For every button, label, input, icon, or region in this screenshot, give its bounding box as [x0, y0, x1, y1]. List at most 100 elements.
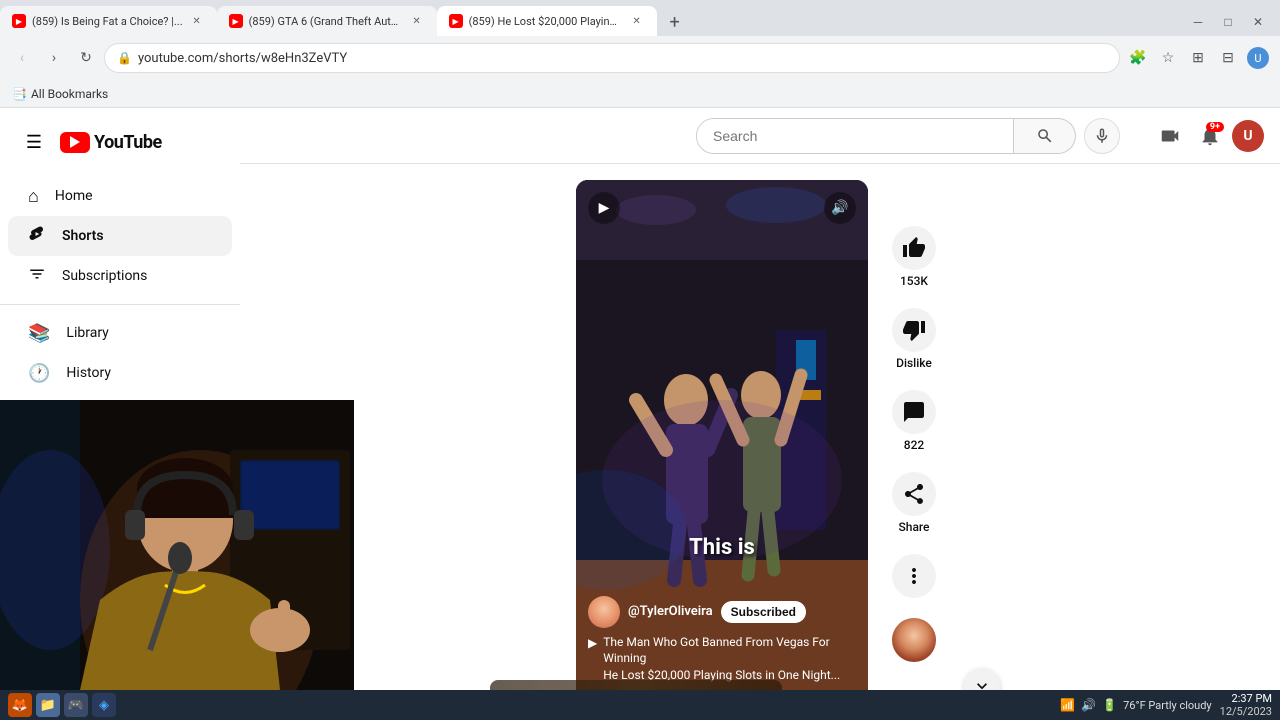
current-date: 12/5/2023	[1220, 705, 1272, 718]
tab-2[interactable]: ▶ (859) GTA 6 (Grand Theft Auto... ✕	[217, 6, 437, 36]
close-window-button[interactable]: ✕	[1244, 8, 1272, 36]
taskbar-icon-games[interactable]: 🎮	[64, 693, 88, 717]
notifications-button[interactable]: 9+	[1192, 118, 1228, 154]
shorts-container: This is ▶ 🔊 @TylerOliveira	[576, 172, 944, 708]
bookmarks-bar-label[interactable]: All Bookmarks	[31, 87, 108, 101]
new-tab-button[interactable]: +	[661, 8, 689, 36]
comments-count: 822	[904, 438, 924, 452]
channel-name[interactable]: @TylerOliveira	[628, 604, 713, 619]
taskbar-icon-app4[interactable]: ◈	[92, 693, 116, 717]
hamburger-menu-button[interactable]: ☰	[16, 124, 52, 160]
search-input[interactable]	[697, 119, 1013, 153]
share-label: Share	[899, 520, 930, 534]
star-button[interactable]: ☆	[1154, 44, 1182, 72]
tab-1-title: (859) Is Being Fat a Choice? |...	[32, 15, 183, 28]
tab-manager-button[interactable]: ⊞	[1184, 44, 1212, 72]
toolbar-actions: 🧩 ☆ ⊞ ⊟ U	[1124, 44, 1272, 72]
tab-1-close[interactable]: ✕	[189, 13, 205, 29]
tab-3[interactable]: ▶ (859) He Lost $20,000 Playing... ✕	[437, 6, 657, 36]
shorts-icon	[28, 225, 46, 248]
taskbar-icon-files[interactable]: 📁	[36, 693, 60, 717]
search-icon	[1036, 127, 1054, 145]
video-title-row: ▶ The Man Who Got Banned From Vegas For …	[588, 634, 856, 684]
split-view-button[interactable]: ⊟	[1214, 44, 1242, 72]
sidebar-item-shorts[interactable]: Shorts	[8, 216, 232, 256]
share-icon	[902, 482, 926, 506]
dislike-label: Dislike	[896, 356, 932, 370]
extensions-button[interactable]: 🧩	[1124, 44, 1152, 72]
youtube-wordmark: YouTube	[94, 132, 162, 153]
back-button[interactable]: ‹	[8, 44, 36, 72]
webcam-overlay	[0, 400, 354, 690]
channel-avatar[interactable]	[588, 596, 620, 628]
comments-button[interactable]: 822	[884, 382, 944, 460]
dislike-button[interactable]: Dislike	[884, 300, 944, 378]
comment-icon	[902, 400, 926, 424]
browser-chrome: ▶ (859) Is Being Fat a Choice? |... ✕ ▶ …	[0, 0, 1280, 108]
tab-2-close[interactable]: ✕	[409, 13, 425, 29]
dislike-icon-circle	[892, 308, 936, 352]
address-bar[interactable]: 🔒 youtube.com/shorts/w8eHn3ZeVTY	[104, 43, 1120, 73]
profile-button[interactable]: U	[1244, 44, 1272, 72]
sidebar-item-history[interactable]: 🕐 History	[8, 353, 232, 393]
more-dots-icon	[902, 564, 926, 588]
tab-3-title: (859) He Lost $20,000 Playing...	[469, 15, 623, 28]
search-container	[696, 118, 1120, 154]
tab-bar: ▶ (859) Is Being Fat a Choice? |... ✕ ▶ …	[0, 0, 1280, 36]
thumbs-down-icon	[902, 318, 926, 342]
network-icon: 📶	[1060, 698, 1075, 712]
minimize-button[interactable]: ─	[1184, 8, 1212, 36]
voice-search-button[interactable]	[1084, 118, 1120, 154]
channel-row: @TylerOliveira Subscribed	[588, 596, 856, 628]
subscribe-button[interactable]: Subscribed	[721, 601, 806, 623]
video-mute-button[interactable]: 🔊	[824, 192, 856, 224]
microphone-icon	[1093, 127, 1111, 145]
battery-icon: 🔋	[1102, 698, 1117, 712]
header-actions: 9+ U	[1152, 118, 1264, 154]
subscriptions-icon	[28, 265, 46, 288]
share-icon-circle	[892, 472, 936, 516]
create-button[interactable]	[1152, 118, 1188, 154]
channel-avatar-image	[588, 596, 620, 628]
video-create-icon	[1159, 125, 1181, 147]
home-icon: ⌂	[28, 186, 39, 207]
taskbar-left: 🦊 📁 🎮 ◈	[8, 693, 116, 717]
sidebar-item-library[interactable]: 📚 Library	[8, 313, 232, 353]
tab-3-close[interactable]: ✕	[629, 13, 645, 29]
notification-count: 9+	[1206, 122, 1224, 132]
thumbs-up-icon	[902, 236, 926, 260]
video-info-overlay: @TylerOliveira Subscribed ▶ The Man Who …	[588, 596, 856, 684]
address-text: youtube.com/shorts/w8eHn3ZeVTY	[138, 51, 1107, 66]
like-button[interactable]: 153K	[884, 218, 944, 296]
clock-area: 2:37 PM 12/5/2023	[1220, 692, 1272, 718]
youtube-logo[interactable]: YouTube	[60, 132, 162, 153]
more-options-button[interactable]	[884, 546, 944, 606]
maximize-button[interactable]: □	[1214, 8, 1242, 36]
taskbar: 🦊 📁 🎮 ◈ 📶 🔊 🔋 76°F Partly cloudy 2:37 PM…	[0, 690, 1280, 720]
video-frame: This is ▶ 🔊 @TylerOliveira	[576, 180, 868, 700]
main-content: This is ▶ 🔊 @TylerOliveira	[240, 164, 1280, 720]
sidebar-item-subscriptions[interactable]: Subscriptions	[8, 256, 232, 296]
share-button[interactable]: Share	[884, 464, 944, 542]
like-icon-circle	[892, 226, 936, 270]
tab-1[interactable]: ▶ (859) Is Being Fat a Choice? |... ✕	[0, 6, 217, 36]
creator-avatar-side[interactable]	[892, 618, 936, 662]
sidebar-divider-1	[0, 304, 240, 305]
volume-icon: 🔊	[1081, 698, 1096, 712]
sidebar-item-home[interactable]: ⌂ Home	[8, 176, 232, 216]
shorts-video-player: This is ▶ 🔊 @TylerOliveira	[576, 180, 868, 700]
taskbar-icon-firefox[interactable]: 🦊	[8, 693, 32, 717]
sidebar-item-library-label: Library	[66, 325, 108, 341]
refresh-button[interactable]: ↻	[72, 44, 100, 72]
logo-area: ☰ YouTube	[0, 116, 240, 176]
forward-button[interactable]: ›	[40, 44, 68, 72]
taskbar-right: 📶 🔊 🔋 76°F Partly cloudy 2:37 PM 12/5/20…	[1060, 692, 1272, 718]
tab-2-title: (859) GTA 6 (Grand Theft Auto...	[249, 15, 403, 28]
user-avatar[interactable]: U	[1232, 120, 1264, 152]
bookmarks-bar: 📑 All Bookmarks	[0, 80, 1280, 108]
bookmarks-icon: 📑	[12, 87, 27, 101]
video-play-button[interactable]: ▶	[588, 192, 620, 224]
person-silhouette-svg	[0, 400, 354, 690]
search-button[interactable]	[1014, 118, 1076, 154]
history-icon: 🕐	[28, 363, 50, 384]
